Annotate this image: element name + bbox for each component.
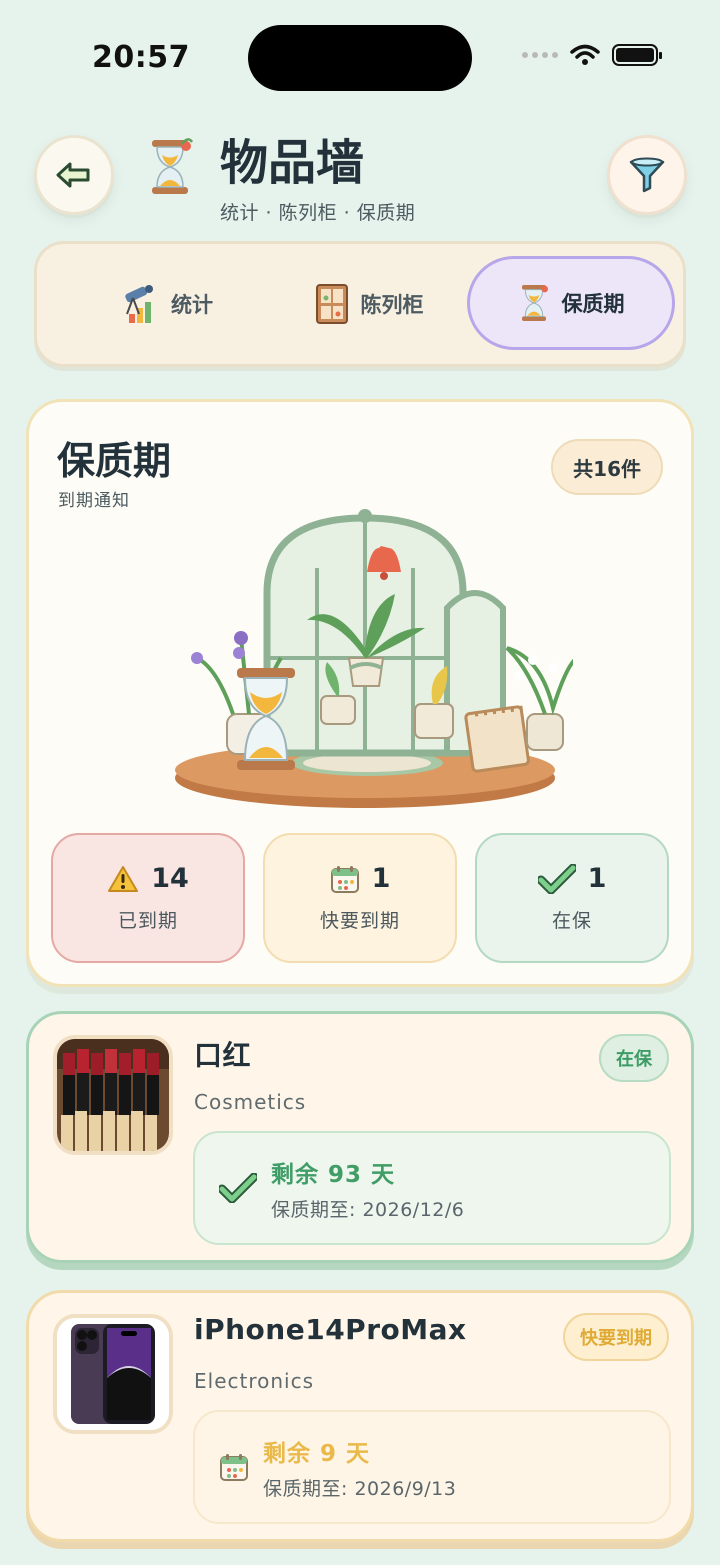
- stat-label: 在保: [551, 910, 592, 932]
- tab-cabinet[interactable]: 陈列柜: [269, 257, 469, 351]
- stat-expiring-soon[interactable]: 1 快要到期: [263, 833, 457, 963]
- check-icon: [537, 863, 576, 894]
- tab-bar: 统计 陈列柜 保质期: [34, 241, 686, 367]
- expiry-info: 剩余 93 天 保质期至: 2026/12/6: [193, 1131, 671, 1245]
- remaining-days: 剩余 93 天: [271, 1161, 396, 1188]
- status-time: 20:57: [92, 40, 190, 75]
- status-icons: [522, 44, 662, 66]
- tab-label: 陈列柜: [360, 293, 424, 317]
- status-badge: 快要到期: [563, 1313, 669, 1361]
- cabinet-icon: [315, 284, 348, 324]
- tab-label: 统计: [171, 293, 213, 317]
- item-name: iPhone14ProMax: [194, 1313, 467, 1346]
- filter-button[interactable]: [607, 135, 687, 215]
- page-header: 物品墙 统计 · 陈列柜 · 保质期: [146, 136, 415, 225]
- status-badge: 在保: [599, 1034, 669, 1082]
- stat-label: 已到期: [117, 910, 178, 932]
- item-category: Electronics: [194, 1369, 315, 1393]
- funnel-icon: [629, 157, 665, 193]
- stat-expired[interactable]: 14 已到期: [51, 833, 245, 963]
- back-button[interactable]: [34, 135, 114, 215]
- arrow-left-icon: [56, 162, 90, 188]
- tab-label: 保质期: [561, 292, 625, 316]
- item-card[interactable]: iPhone14ProMax Electronics 快要到期 剩余 9 天 保…: [26, 1290, 694, 1542]
- greenhouse-hourglass-illustration: [175, 509, 573, 808]
- expiry-date: 保质期至: 2026/12/6: [271, 1198, 465, 1221]
- dynamic-island: [248, 25, 472, 91]
- telescope-chart-icon: [125, 285, 153, 323]
- item-name: 口红: [194, 1039, 252, 1072]
- calendar-icon: [220, 1454, 248, 1481]
- expiry-date: 保质期至: 2026/9/13: [263, 1477, 457, 1500]
- expiry-summary-card: 保质期 到期通知 共16件 14 已到期 1 快要到期 1 在保: [26, 399, 694, 987]
- warning-icon: [108, 865, 139, 892]
- stat-label: 快要到期: [319, 910, 400, 932]
- hourglass-icon: [152, 138, 194, 194]
- tab-expiry[interactable]: 保质期: [467, 256, 675, 350]
- card-subtitle: 到期通知: [58, 491, 130, 511]
- item-category: Cosmetics: [194, 1090, 307, 1114]
- wifi-icon: [570, 44, 600, 65]
- page-title: 物品墙: [220, 135, 365, 191]
- stat-count: 1: [371, 863, 391, 894]
- stat-valid[interactable]: 1 在保: [475, 833, 669, 963]
- tab-stats[interactable]: 统计: [67, 257, 267, 351]
- card-title: 保质期: [57, 439, 172, 483]
- check-icon: [219, 1173, 257, 1203]
- expiry-info: 剩余 9 天 保质期至: 2026/9/13: [193, 1410, 671, 1524]
- total-count-badge: 共16件: [551, 439, 663, 495]
- item-image-iphone: [53, 1314, 173, 1434]
- stat-count: 1: [587, 863, 607, 894]
- item-image-lipstick: [53, 1035, 173, 1155]
- page-subtitle: 统计 · 陈列柜 · 保质期: [220, 202, 416, 224]
- item-card[interactable]: 口红 Cosmetics 在保 剩余 93 天 保质期至: 2026/12/6: [26, 1011, 694, 1263]
- hourglass-icon: [521, 285, 548, 321]
- stat-count: 14: [151, 863, 189, 894]
- calendar-icon: [330, 865, 359, 893]
- signal-icon: [522, 52, 558, 58]
- remaining-days: 剩余 9 天: [263, 1440, 371, 1467]
- battery-icon: [612, 44, 662, 66]
